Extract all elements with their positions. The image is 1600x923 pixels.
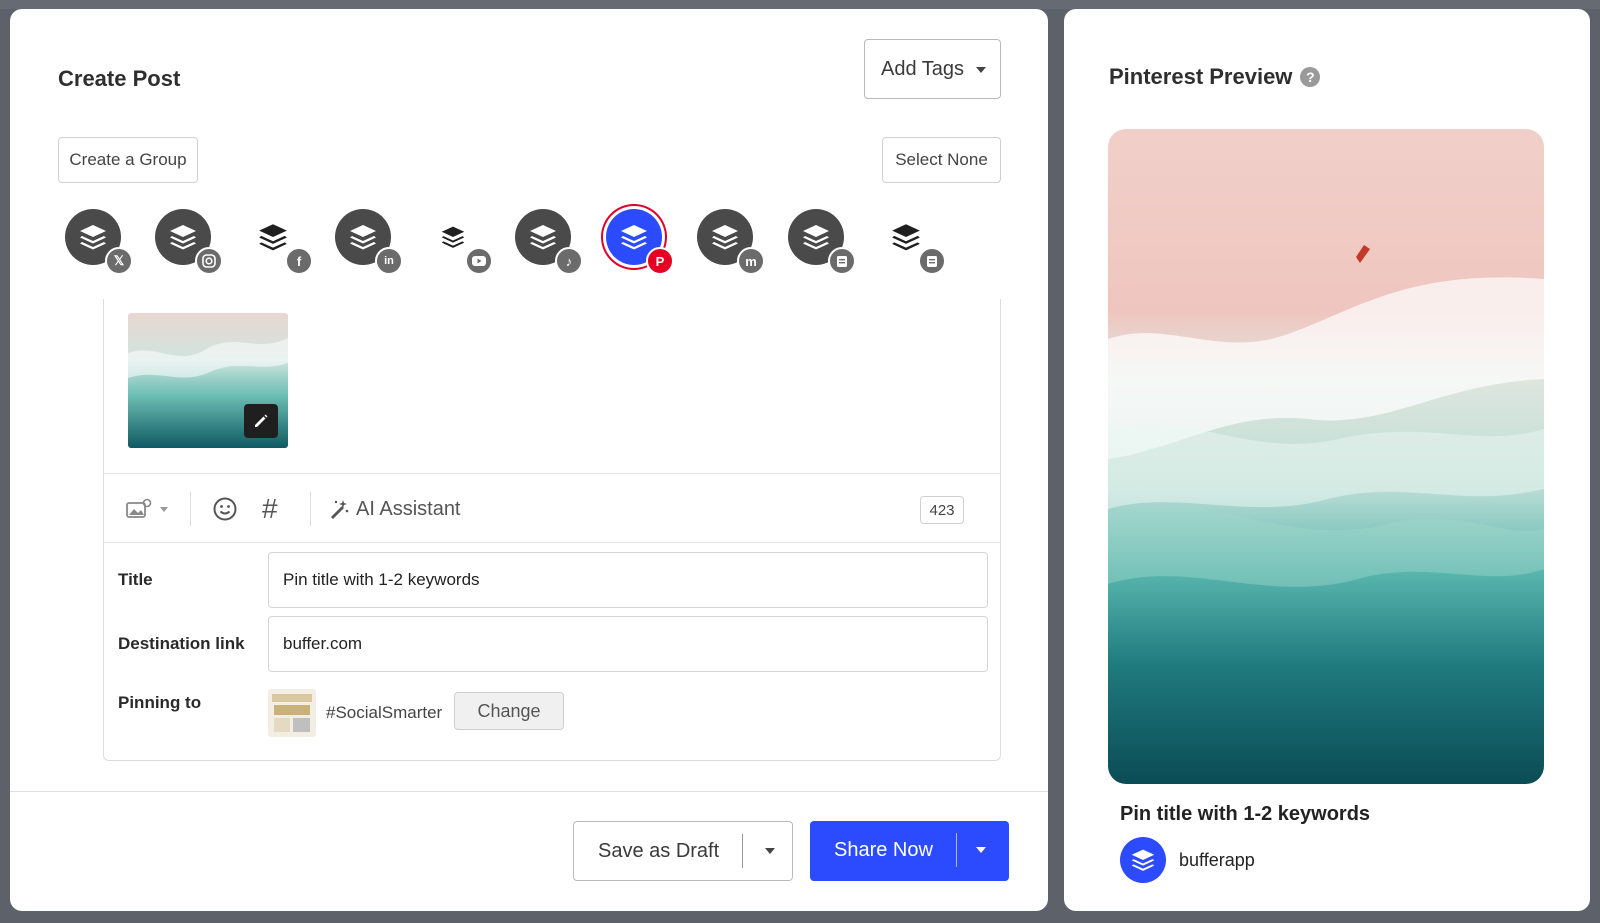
footer-divider bbox=[10, 791, 1048, 792]
preview-username: bufferapp bbox=[1179, 850, 1255, 870]
title-label: Title bbox=[118, 570, 153, 589]
change-board-button[interactable]: Change bbox=[454, 692, 564, 730]
chevron-down-icon[interactable] bbox=[765, 848, 775, 854]
board-thumbnail bbox=[268, 689, 316, 737]
create-post-panel: Create Post Add Tags Create a Group Sele… bbox=[10, 9, 1048, 911]
board-name: #SocialSmarter bbox=[326, 703, 443, 722]
x-icon: 𝕏 bbox=[105, 247, 133, 275]
pinterest-preview-panel: Pinterest Preview ? Pin title with 1-2 k… bbox=[1064, 9, 1590, 911]
title-input[interactable] bbox=[268, 552, 988, 608]
help-icon[interactable]: ? bbox=[1300, 67, 1321, 87]
save-as-draft-label: Save as Draft bbox=[598, 840, 720, 862]
preview-title-text: Pinterest Preview bbox=[1109, 64, 1293, 89]
avatar bbox=[1120, 837, 1166, 883]
channel-mastodon[interactable]: m bbox=[697, 209, 765, 275]
save-as-draft-button[interactable]: Save as Draft bbox=[573, 821, 793, 881]
channel-google-business-2[interactable] bbox=[878, 209, 946, 275]
chevron-down-icon bbox=[160, 506, 168, 512]
channel-youtube[interactable] bbox=[425, 209, 493, 275]
channel-linkedin[interactable]: in bbox=[335, 209, 403, 275]
page-title: Create Post bbox=[58, 66, 181, 91]
character-counter: 423 bbox=[920, 496, 964, 524]
linkedin-icon: in bbox=[375, 247, 403, 275]
pinterest-icon: P bbox=[646, 247, 674, 275]
emoji-button[interactable] bbox=[212, 494, 238, 524]
buffer-logo-icon bbox=[1131, 849, 1155, 871]
channel-google-business[interactable] bbox=[788, 209, 856, 275]
divider bbox=[956, 833, 957, 867]
youtube-icon bbox=[465, 247, 493, 275]
select-none-button[interactable]: Select None bbox=[882, 137, 1001, 183]
magic-wand-icon bbox=[331, 500, 349, 519]
destination-link-input[interactable] bbox=[268, 616, 988, 672]
add-tags-dropdown[interactable]: Add Tags bbox=[864, 39, 1001, 99]
mastodon-icon: m bbox=[737, 247, 765, 275]
business-icon bbox=[918, 247, 946, 275]
pinning-to-label: Pinning to bbox=[118, 693, 202, 712]
preview-pin-title: Pin title with 1-2 keywords bbox=[1120, 803, 1371, 825]
facebook-icon: f bbox=[285, 247, 313, 275]
post-editor: # AI Assistant 423 Title Destination lin… bbox=[103, 299, 1001, 761]
add-tags-label: Add Tags bbox=[881, 57, 965, 80]
edit-pencil-icon[interactable] bbox=[244, 404, 278, 438]
channel-x[interactable]: 𝕏 bbox=[65, 209, 133, 275]
instagram-icon bbox=[195, 247, 223, 275]
channel-pinterest[interactable]: P bbox=[606, 209, 674, 275]
ai-assistant-button[interactable]: AI Assistant bbox=[328, 494, 461, 524]
share-now-button[interactable]: Share Now bbox=[810, 821, 1009, 881]
divider bbox=[190, 492, 191, 526]
divider bbox=[742, 834, 743, 868]
business-icon bbox=[828, 247, 856, 275]
editor-toolbar: # AI Assistant 423 bbox=[104, 473, 1000, 543]
ai-assistant-label: AI Assistant bbox=[356, 497, 461, 520]
chevron-down-icon[interactable] bbox=[976, 847, 986, 853]
hashtag-button[interactable]: # bbox=[262, 493, 278, 524]
destination-link-label: Destination link bbox=[118, 634, 245, 653]
share-now-label: Share Now bbox=[834, 839, 933, 861]
tiktok-icon: ♪ bbox=[555, 247, 583, 275]
preview-title: Pinterest Preview ? bbox=[1109, 64, 1321, 90]
pin-image bbox=[1108, 129, 1544, 784]
channel-facebook[interactable]: f bbox=[245, 209, 313, 275]
backdrop bbox=[0, 0, 1600, 9]
add-media-button[interactable] bbox=[126, 494, 168, 524]
channel-selector: 𝕏 f in ♪ P m bbox=[65, 209, 995, 279]
image-icon bbox=[126, 498, 152, 518]
chevron-down-icon bbox=[976, 67, 986, 73]
emoji-icon bbox=[213, 497, 237, 521]
divider bbox=[310, 492, 311, 526]
create-group-button[interactable]: Create a Group bbox=[58, 137, 198, 183]
media-thumbnail[interactable] bbox=[128, 313, 288, 448]
channel-instagram[interactable] bbox=[155, 209, 223, 275]
hashtag-icon: # bbox=[262, 493, 278, 524]
channel-tiktok[interactable]: ♪ bbox=[515, 209, 583, 275]
